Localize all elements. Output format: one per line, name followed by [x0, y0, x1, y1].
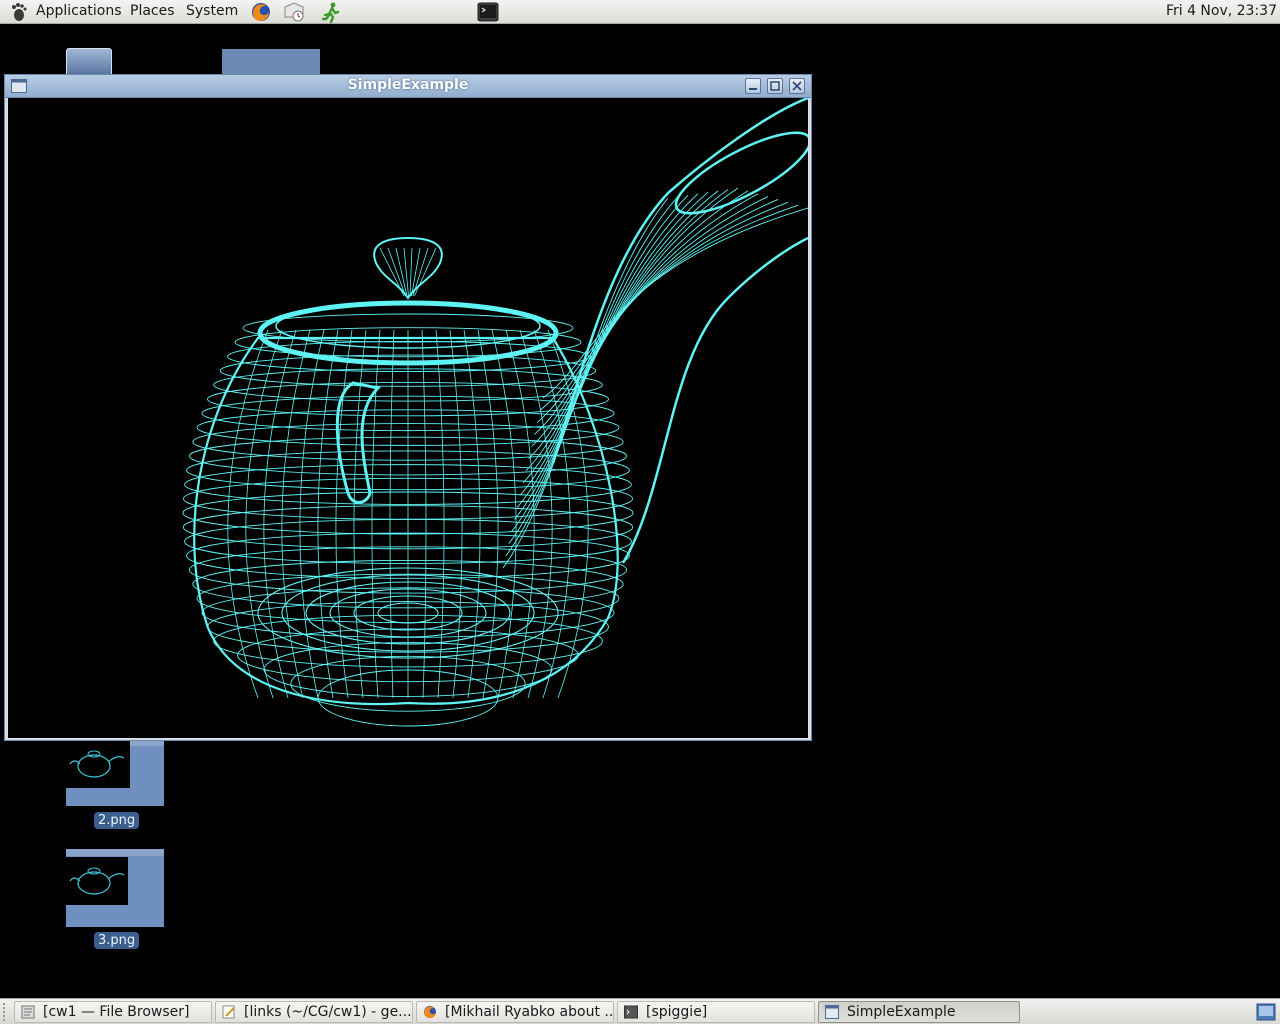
teapot-spout-line [516, 190, 719, 508]
teapot-body [182, 313, 634, 727]
clock[interactable]: Fri 4 Nov, 23:37 [1166, 3, 1277, 19]
teapot-spout-line [514, 191, 709, 520]
menu-applications[interactable]: Applications [34, 3, 124, 19]
desktop-label-2png[interactable]: 2.png [94, 812, 140, 829]
teapot-body-meridian [449, 329, 463, 699]
firefox-icon[interactable] [250, 1, 272, 23]
taskbar-item-terminal[interactable]: [spiggie] [617, 1001, 815, 1023]
desktop-thumbnail-2png[interactable] [66, 740, 164, 806]
desktop-label-3png[interactable]: 3.png [94, 932, 140, 949]
terminal-icon [624, 1005, 638, 1019]
taskbar-item-simpleexample[interactable]: SimpleExample [818, 1001, 1020, 1023]
taskbar-item-label: [cw1 — File Browser] [43, 1004, 190, 1020]
mail-clock-icon[interactable] [283, 1, 305, 23]
teapot-outline [193, 336, 619, 706]
window-titlebar[interactable]: SimpleExample [5, 75, 811, 98]
top-panel: Applications Places System Fri 4 Nov, 23… [0, 0, 1280, 24]
teapot-knob-line [379, 247, 405, 297]
teapot-spout-bottom-edge [621, 236, 808, 564]
panel-handle[interactable] [3, 1003, 9, 1021]
minimize-button[interactable] [745, 78, 761, 94]
opengl-canvas[interactable] [8, 98, 808, 738]
close-icon [792, 81, 802, 91]
taskbar-item-label: SimpleExample [847, 1004, 956, 1020]
text-editor-icon [222, 1005, 235, 1019]
firefox-icon [424, 1006, 436, 1018]
taskbar-item-file-browser[interactable]: [cw1 — File Browser] [14, 1001, 212, 1023]
file-browser-icon [21, 1005, 35, 1019]
taskbar-item-label: [Mikhail Ryabko about ... [445, 1004, 614, 1020]
menu-places[interactable]: Places [128, 3, 177, 19]
workspace-icon[interactable] [1256, 1002, 1276, 1022]
gnome-foot-icon[interactable] [8, 2, 28, 22]
running-man-icon[interactable] [320, 1, 342, 23]
desktop-icon-hidden-2[interactable] [222, 49, 320, 77]
taskbar-item-firefox[interactable]: [Mikhail Ryabko about ... [416, 1001, 614, 1023]
window-icon [825, 1005, 839, 1019]
taskbar-item-label: [spiggie] [646, 1004, 708, 1020]
teapot-knob-line [387, 247, 406, 297]
teapot-knob-line [409, 247, 413, 297]
desktop-thumbnail-3png[interactable] [66, 849, 164, 927]
bottom-panel: [cw1 — File Browser] [links (~/CG/cw1) -… [0, 998, 1280, 1024]
taskbar-item-label: [links (~/CG/cw1) - ge... [244, 1004, 412, 1020]
simpleexample-window: SimpleExample [4, 74, 812, 741]
teapot-knob-line [403, 247, 409, 297]
close-button[interactable] [789, 78, 805, 94]
terminal-icon[interactable] [477, 1, 499, 23]
maximize-button[interactable] [767, 78, 783, 94]
minimize-icon [749, 88, 757, 90]
menu-system[interactable]: System [184, 3, 240, 19]
teapot-knob-line [412, 247, 429, 297]
taskbar-item-text-editor[interactable]: [links (~/CG/cw1) - ge... [215, 1001, 413, 1023]
wireframe-teapot [182, 98, 808, 727]
maximize-icon [770, 81, 780, 91]
teapot-spout [502, 187, 808, 569]
teapot-spout-top-edge [551, 98, 808, 464]
window-title: SimpleExample [347, 77, 469, 93]
